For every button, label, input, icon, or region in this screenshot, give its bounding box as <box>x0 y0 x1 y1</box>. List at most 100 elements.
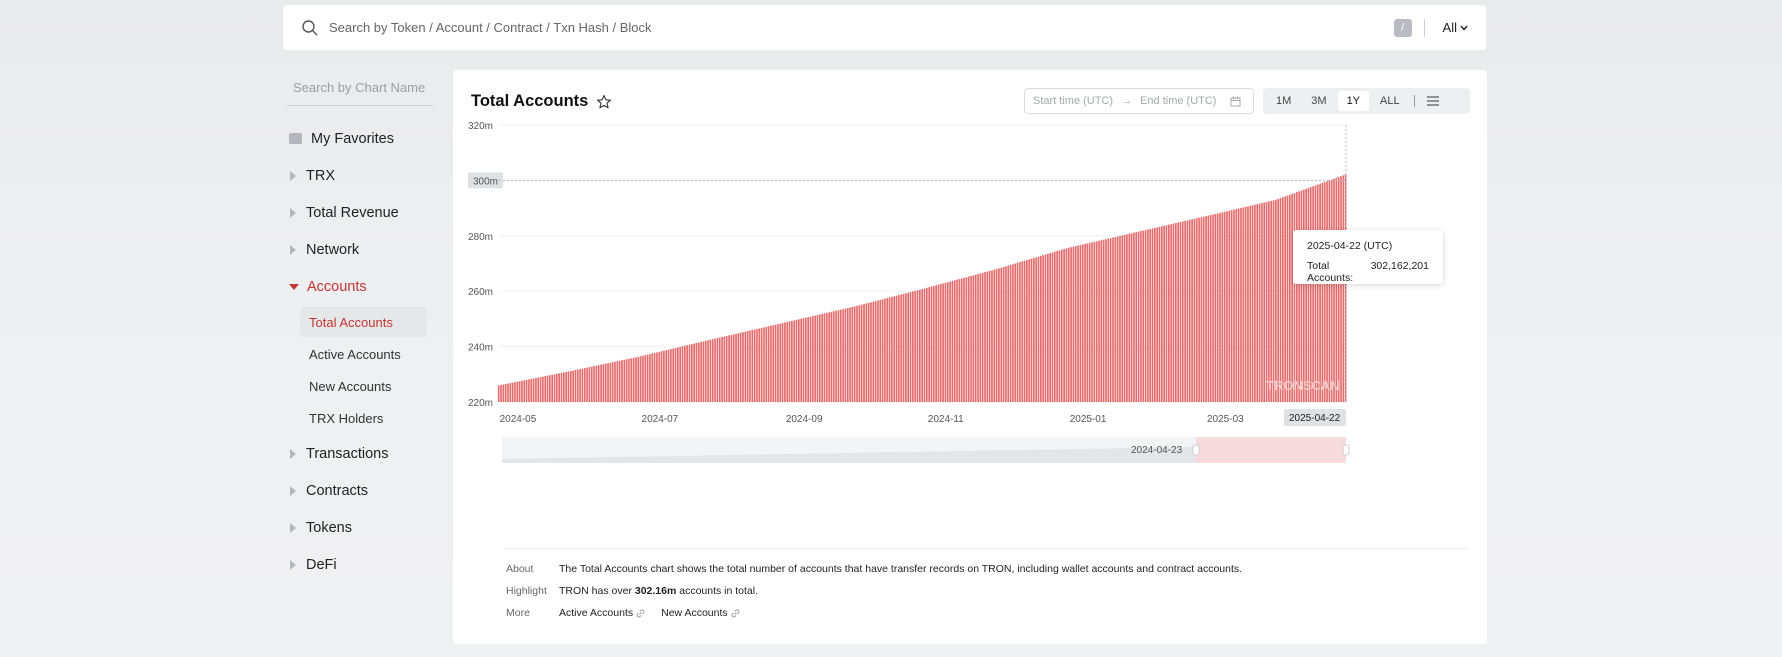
bar <box>1235 209 1238 402</box>
bar <box>1230 210 1233 402</box>
bar <box>1307 187 1310 402</box>
search-scope-dropdown[interactable]: All <box>1443 20 1468 35</box>
bar <box>1147 229 1149 402</box>
bar <box>914 290 917 402</box>
sidebar-item-contracts[interactable]: Contracts <box>287 472 437 509</box>
bar <box>1037 256 1040 402</box>
bar <box>1181 221 1184 402</box>
bar <box>970 275 972 402</box>
bar <box>902 293 905 402</box>
sidebar-item-my-favorites[interactable]: My Favorites <box>287 120 437 157</box>
sidebar-subitem-trx-holders[interactable]: TRX Holders <box>300 403 427 433</box>
bar <box>749 330 751 402</box>
chart-info: About The Total Accounts chart shows the… <box>506 558 1242 624</box>
sidebar-item-accounts[interactable]: Accounts <box>287 268 437 305</box>
bar <box>595 365 598 402</box>
favorite-star-icon[interactable] <box>596 94 612 110</box>
menu-icon[interactable] <box>1426 96 1440 106</box>
caret-down-icon <box>289 283 299 290</box>
calendar-icon[interactable] <box>1230 96 1241 107</box>
end-time-input[interactable]: End time (UTC) <box>1140 95 1216 107</box>
bar <box>1284 196 1287 402</box>
bar <box>977 274 979 402</box>
total-accounts-chart[interactable]: 220m 240m 260m 280m 300m 320m 2024-05 2024-07 20… <box>453 120 1487 540</box>
bar <box>786 321 789 402</box>
bar <box>809 316 812 402</box>
sidebar-item-trx[interactable]: TRX <box>287 157 437 194</box>
bar <box>639 356 642 402</box>
bar <box>1014 263 1017 402</box>
x-tick-label: 2024-09 <box>786 414 823 425</box>
sidebar-subitem-active-accounts[interactable]: Active Accounts <box>300 339 427 369</box>
bar <box>1016 262 1019 402</box>
bar <box>1091 242 1093 402</box>
bar <box>860 304 863 402</box>
highlight-pre: TRON has over <box>559 585 635 597</box>
range-1m-button[interactable]: 1M <box>1267 91 1300 111</box>
x-crosshair-label: 2025-04-22 <box>1289 413 1341 424</box>
more-link-new-accounts[interactable]: New Accounts <box>661 607 740 619</box>
range-1y-button[interactable]: 1Y <box>1337 91 1370 111</box>
sidebar-subitem-new-accounts[interactable]: New Accounts <box>300 371 427 401</box>
bar <box>1079 245 1082 402</box>
more-link-active-accounts[interactable]: Active Accounts <box>559 607 645 619</box>
bar <box>618 360 621 402</box>
bar <box>1074 246 1077 402</box>
bar <box>1258 203 1261 402</box>
bar <box>1114 237 1117 402</box>
bar <box>600 364 602 402</box>
search-input[interactable]: Search by Token / Account / Contract / T… <box>329 20 1394 35</box>
bar <box>1109 238 1112 402</box>
bar <box>1337 176 1340 402</box>
bar <box>530 378 533 402</box>
bar <box>1107 238 1110 402</box>
date-range-picker[interactable]: Start time (UTC) → End time (UTC) <box>1024 88 1254 114</box>
bar <box>614 361 616 402</box>
bar <box>1053 251 1056 402</box>
bar <box>939 284 942 402</box>
sidebar-item-tokens[interactable]: Tokens <box>287 509 437 546</box>
bar <box>539 377 542 402</box>
bar <box>942 283 944 402</box>
bar <box>665 350 668 402</box>
bar <box>562 372 565 402</box>
bar <box>1333 178 1335 402</box>
sidebar-item-total-revenue[interactable]: Total Revenue <box>287 194 437 231</box>
bar <box>825 312 828 402</box>
bar <box>821 313 823 402</box>
bar <box>1081 244 1084 402</box>
bar <box>753 329 756 402</box>
bar <box>998 268 1000 402</box>
bar <box>672 348 675 402</box>
caret-right-icon <box>290 170 296 181</box>
sidebar-item-transactions[interactable]: Transactions <box>287 435 437 472</box>
bar <box>1202 216 1205 402</box>
chart-search-input[interactable]: Search by Chart Name <box>287 70 433 106</box>
bar <box>1100 240 1103 402</box>
range-3m-button[interactable]: 3M <box>1302 91 1335 111</box>
sidebar-item-defi[interactable]: DeFi <box>287 546 437 583</box>
bar <box>781 323 784 402</box>
range-all-button[interactable]: ALL <box>1371 91 1409 111</box>
bar <box>1019 262 1021 402</box>
bar <box>963 277 965 402</box>
bar <box>986 271 989 402</box>
global-search-bar[interactable]: Search by Token / Account / Contract / T… <box>283 5 1486 50</box>
bar <box>1126 234 1128 402</box>
about-label: About <box>506 563 534 575</box>
bar <box>851 306 854 402</box>
bar <box>1340 176 1342 402</box>
x-tick-label: 2025-01 <box>1070 414 1107 425</box>
bar <box>1291 193 1293 402</box>
start-time-input[interactable]: Start time (UTC) <box>1033 95 1113 107</box>
bar <box>644 355 647 402</box>
sidebar-subitem-total-accounts[interactable]: Total Accounts <box>300 307 427 337</box>
sidebar-item-network[interactable]: Network <box>287 231 437 268</box>
bar <box>756 328 758 402</box>
bar <box>893 296 896 402</box>
bar <box>916 290 919 402</box>
caret-right-icon <box>290 522 296 533</box>
bar <box>965 277 968 402</box>
bar <box>500 384 502 402</box>
bar <box>1226 211 1228 402</box>
